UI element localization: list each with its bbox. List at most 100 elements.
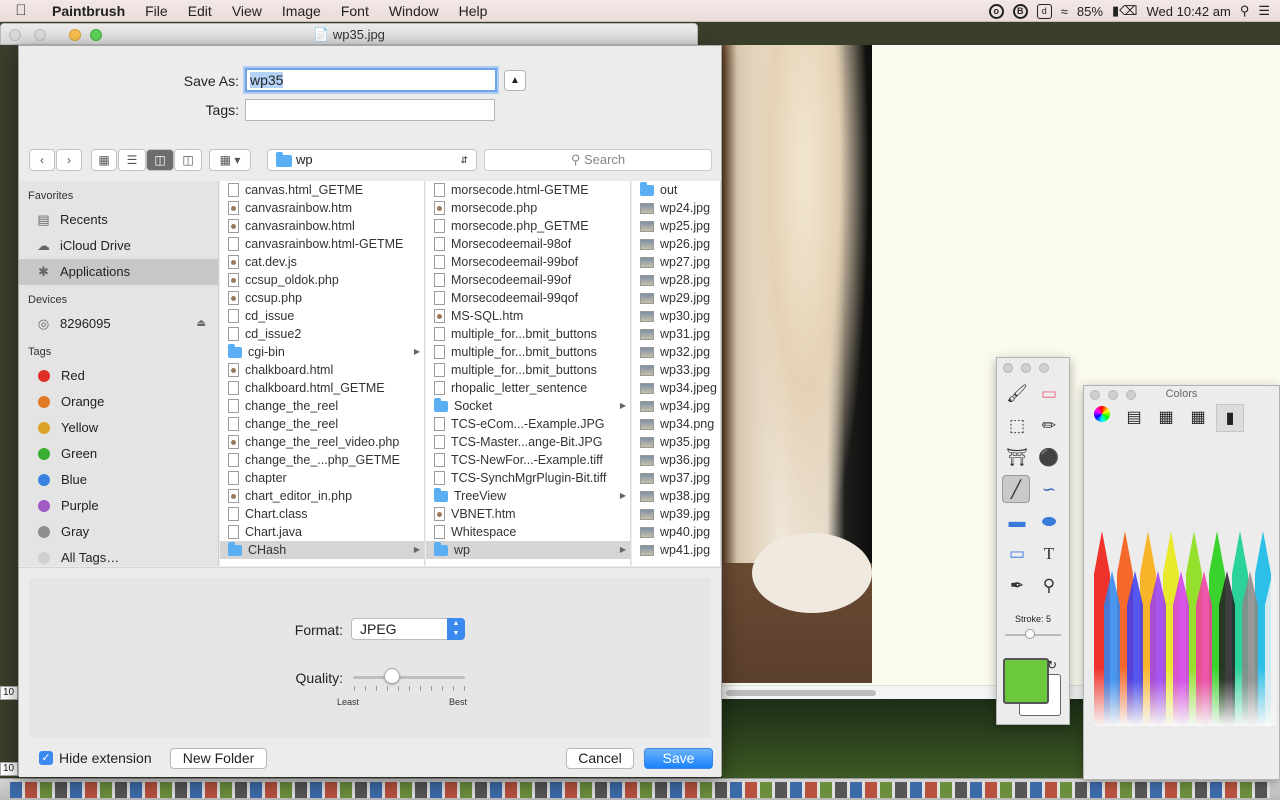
collapse-button[interactable]: ▲ [504,70,526,91]
sidebar-tag-purple[interactable]: Purple [19,493,218,519]
file-row[interactable]: wp26.jpg [632,235,720,253]
crayon-box[interactable] [1094,526,1276,726]
file-row[interactable]: morsecode.html-GETME [426,181,630,199]
sidebar-tag-gray[interactable]: Gray [19,519,218,545]
eject-icon[interactable]: ⏏ [197,311,206,337]
palette-minimize-icon[interactable] [1021,363,1031,373]
file-row[interactable]: Chart.class [220,505,424,523]
color-sliders-icon[interactable]: ▤ [1120,404,1148,432]
file-row[interactable]: Morsecodeemail-99qof [426,289,630,307]
file-row[interactable]: wp27.jpg [632,253,720,271]
quality-slider-knob[interactable] [384,668,401,684]
battery-percent[interactable]: 85% [1077,4,1103,19]
folder-row[interactable]: wp ▶ [426,541,630,559]
file-row[interactable]: Chart.java [220,523,424,541]
file-row[interactable]: Morsecodeemail-99of [426,271,630,289]
sidebar-item-icloud-drive[interactable]: ☁ iCloud Drive [19,233,218,259]
file-row[interactable]: canvas.html_GETME [220,181,424,199]
column-view-button[interactable]: ◫ [146,149,174,171]
wifi-icon[interactable]: ≈ [1061,4,1068,19]
file-row[interactable]: wp39.jpg [632,505,720,523]
file-row[interactable]: chapter [220,469,424,487]
notification-center-icon[interactable]: ☰ [1258,3,1270,19]
file-row[interactable]: chalkboard.html [220,361,424,379]
file-row[interactable]: wp30.jpg [632,307,720,325]
menu-file[interactable]: File [135,0,178,22]
file-row[interactable]: cd_issue [220,307,424,325]
apple-menu-icon[interactable]:  [0,2,42,19]
file-row[interactable]: canvasrainbow.htm [220,199,424,217]
file-row[interactable]: Whitespace [426,523,630,541]
status-d-icon[interactable]: d [1036,3,1052,19]
forward-button[interactable]: › [56,149,82,171]
hide-extension-label[interactable]: Hide extension [59,750,152,766]
magnifier-icon[interactable]: ⚲ [1035,572,1063,600]
path-popup[interactable]: wp ⇵ [267,149,477,171]
ellipse-tool-icon[interactable]: ⬬ [1035,508,1063,536]
folder-row[interactable]: Socket ▶ [426,397,630,415]
file-row[interactable]: ccsup_oldok.php [220,271,424,289]
file-row[interactable]: Morsecodeemail-99bof [426,253,630,271]
file-row[interactable]: wp35.jpg [632,433,720,451]
hide-extension-checkbox[interactable]: ✓ [39,751,53,765]
menu-window[interactable]: Window [379,0,449,22]
file-row[interactable]: wp36.jpg [632,451,720,469]
menu-image[interactable]: Image [272,0,331,22]
dock-icons[interactable] [10,782,1270,798]
sidebar-item-recents[interactable]: ▤ Recents [19,207,218,233]
file-row[interactable]: TCS-NewFor...-Example.tiff [426,451,630,469]
stroke-slider-knob[interactable] [1025,629,1035,639]
save-as-input[interactable]: wp35 [245,68,497,92]
crayons-icon[interactable]: ▮ [1216,404,1244,432]
file-row[interactable]: cd_issue2 [220,325,424,343]
coverflow-view-button[interactable]: ◫ [174,149,202,171]
eyedropper-icon[interactable]: ✒ [1003,572,1031,600]
sidebar-tag-orange[interactable]: Orange [19,389,218,415]
file-row[interactable]: wp41.jpg [632,541,720,559]
file-row[interactable]: wp34.jpg [632,397,720,415]
image-palettes-icon[interactable]: ▦ [1184,404,1212,432]
file-row[interactable]: VBNET.htm [426,505,630,523]
file-row[interactable]: canvasrainbow.html [220,217,424,235]
paint-bucket-icon[interactable]: ⛩ [1003,444,1031,472]
spotlight-icon[interactable]: ⚲ [1240,3,1250,19]
selection-icon[interactable]: ⬚ [1003,412,1031,440]
swap-colors-icon[interactable]: ↻ [1047,658,1057,672]
sidebar-tag-red[interactable]: Red [19,363,218,389]
file-row[interactable]: Morsecodeemail-98of [426,235,630,253]
file-row[interactable]: change_the_reel [220,397,424,415]
file-row[interactable]: rhopalic_letter_sentence [426,379,630,397]
file-row[interactable]: change_the_reel [220,415,424,433]
palette-zoom-icon[interactable] [1039,363,1049,373]
new-folder-button[interactable]: New Folder [170,748,267,769]
back-button[interactable]: ‹ [29,149,55,171]
file-row[interactable]: wp31.jpg [632,325,720,343]
file-row[interactable]: TCS-Master...ange-Bit.JPG [426,433,630,451]
sidebar-tag-green[interactable]: Green [19,441,218,467]
file-row[interactable]: multiple_for...bmit_buttons [426,361,630,379]
palette-close-icon[interactable] [1003,363,1013,373]
folder-row[interactable]: out [632,181,720,199]
file-row[interactable]: wp25.jpg [632,217,720,235]
tags-input[interactable] [245,99,495,121]
file-row[interactable]: wp32.jpg [632,343,720,361]
curve-tool-icon[interactable]: ∽ [1035,476,1063,504]
file-row[interactable]: morsecode.php [426,199,630,217]
file-row[interactable]: TCS-eCom...-Example.JPG [426,415,630,433]
folder-row[interactable]: TreeView ▶ [426,487,630,505]
text-tool-icon[interactable]: T [1035,540,1063,568]
file-row[interactable]: wp38.jpg [632,487,720,505]
arrange-button[interactable]: ▦ ▾ [209,149,251,171]
file-row[interactable]: wp29.jpg [632,289,720,307]
sidebar-tag-all-tags-[interactable]: All Tags… [19,545,218,566]
file-row[interactable]: MS-SQL.htm [426,307,630,325]
file-row[interactable]: morsecode.php_GETME [426,217,630,235]
list-view-button[interactable]: ☰ [118,149,146,171]
menu-help[interactable]: Help [449,0,498,22]
file-row[interactable]: wp24.jpg [632,199,720,217]
file-row[interactable]: wp34.jpeg [632,379,720,397]
file-row[interactable]: chart_editor_in.php [220,487,424,505]
status-o-icon[interactable]: o [988,3,1004,19]
file-row[interactable]: cat.dev.js [220,253,424,271]
file-row[interactable]: wp28.jpg [632,271,720,289]
